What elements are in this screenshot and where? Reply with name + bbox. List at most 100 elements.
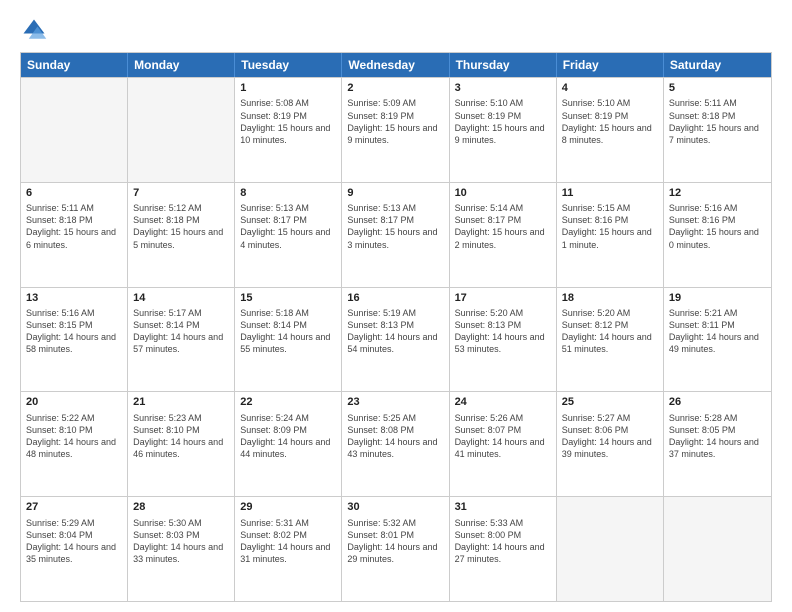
day-info-31: Sunrise: 5:33 AM Sunset: 8:00 PM Dayligh…	[455, 517, 551, 566]
header-day-tuesday: Tuesday	[235, 53, 342, 77]
day-cell-1: 1Sunrise: 5:08 AM Sunset: 8:19 PM Daylig…	[235, 78, 342, 182]
day-number-14: 14	[133, 291, 229, 306]
day-number-9: 9	[347, 186, 443, 201]
day-info-18: Sunrise: 5:20 AM Sunset: 8:12 PM Dayligh…	[562, 307, 658, 356]
day-number-25: 25	[562, 395, 658, 410]
day-cell-31: 31 Sunrise: 5:33 AM Sunset: 8:00 PM Dayli…	[450, 497, 557, 601]
day-number-15: 15	[240, 291, 336, 306]
logo	[20, 16, 52, 44]
day-cell-2: 2Sunrise: 5:09 AM Sunset: 8:19 PM Daylig…	[342, 78, 449, 182]
empty-cell-4-5	[557, 497, 664, 601]
day-cell-27: 27 Sunrise: 5:29 AM Sunset: 8:04 PM Dayli…	[21, 497, 128, 601]
week-row-1: 1Sunrise: 5:08 AM Sunset: 8:19 PM Daylig…	[21, 77, 771, 182]
day-cell-14: 14Sunrise: 5:17 AM Sunset: 8:14 PM Dayli…	[128, 288, 235, 392]
day-cell-3: 3Sunrise: 5:10 AM Sunset: 8:19 PM Daylig…	[450, 78, 557, 182]
day-cell-5: 5Sunrise: 5:11 AM Sunset: 8:18 PM Daylig…	[664, 78, 771, 182]
day-number-27: 27	[26, 500, 122, 515]
day-cell-9: 9Sunrise: 5:13 AM Sunset: 8:17 PM Daylig…	[342, 183, 449, 287]
day-number-11: 11	[562, 186, 658, 201]
day-number-28: 28	[133, 500, 229, 515]
header-day-wednesday: Wednesday	[342, 53, 449, 77]
day-info-16: Sunrise: 5:19 AM Sunset: 8:13 PM Dayligh…	[347, 307, 443, 356]
day-cell-29: 29 Sunrise: 5:31 AM Sunset: 8:02 PM Dayli…	[235, 497, 342, 601]
day-info-13: Sunrise: 5:16 AM Sunset: 8:15 PM Dayligh…	[26, 307, 122, 356]
day-number-1: 1	[240, 81, 336, 96]
day-info-12: Sunrise: 5:16 AM Sunset: 8:16 PM Dayligh…	[669, 202, 766, 251]
day-info-5: Sunrise: 5:11 AM Sunset: 8:18 PM Dayligh…	[669, 97, 766, 146]
day-cell-20: 20 Sunrise: 5:22 AM Sunset: 8:10 PM Dayli…	[21, 392, 128, 496]
day-cell-30: 30 Sunrise: 5:32 AM Sunset: 8:01 PM Dayli…	[342, 497, 449, 601]
day-number-8: 8	[240, 186, 336, 201]
day-cell-25: 25 Sunrise: 5:27 AM Sunset: 8:06 PM Dayli…	[557, 392, 664, 496]
day-info-25: Sunrise: 5:27 AM Sunset: 8:06 PM Dayligh…	[562, 412, 658, 461]
day-cell-12: 12Sunrise: 5:16 AM Sunset: 8:16 PM Dayli…	[664, 183, 771, 287]
day-number-6: 6	[26, 186, 122, 201]
header-day-thursday: Thursday	[450, 53, 557, 77]
day-number-18: 18	[562, 291, 658, 306]
day-info-7: Sunrise: 5:12 AM Sunset: 8:18 PM Dayligh…	[133, 202, 229, 251]
week-row-3: 13Sunrise: 5:16 AM Sunset: 8:15 PM Dayli…	[21, 287, 771, 392]
day-cell-28: 28 Sunrise: 5:30 AM Sunset: 8:03 PM Dayli…	[128, 497, 235, 601]
day-info-24: Sunrise: 5:26 AM Sunset: 8:07 PM Dayligh…	[455, 412, 551, 461]
calendar-body: 1Sunrise: 5:08 AM Sunset: 8:19 PM Daylig…	[21, 77, 771, 601]
week-row-2: 6Sunrise: 5:11 AM Sunset: 8:18 PM Daylig…	[21, 182, 771, 287]
day-number-21: 21	[133, 395, 229, 410]
empty-cell-0-1	[128, 78, 235, 182]
day-info-23: Sunrise: 5:25 AM Sunset: 8:08 PM Dayligh…	[347, 412, 443, 461]
day-number-12: 12	[669, 186, 766, 201]
day-info-15: Sunrise: 5:18 AM Sunset: 8:14 PM Dayligh…	[240, 307, 336, 356]
calendar: SundayMondayTuesdayWednesdayThursdayFrid…	[20, 52, 772, 602]
header-day-saturday: Saturday	[664, 53, 771, 77]
day-info-19: Sunrise: 5:21 AM Sunset: 8:11 PM Dayligh…	[669, 307, 766, 356]
day-cell-16: 16Sunrise: 5:19 AM Sunset: 8:13 PM Dayli…	[342, 288, 449, 392]
day-cell-17: 17Sunrise: 5:20 AM Sunset: 8:13 PM Dayli…	[450, 288, 557, 392]
day-number-22: 22	[240, 395, 336, 410]
day-info-9: Sunrise: 5:13 AM Sunset: 8:17 PM Dayligh…	[347, 202, 443, 251]
day-info-6: Sunrise: 5:11 AM Sunset: 8:18 PM Dayligh…	[26, 202, 122, 251]
day-number-31: 31	[455, 500, 551, 515]
day-cell-26: 26Sunrise: 5:28 AM Sunset: 8:05 PM Dayli…	[664, 392, 771, 496]
day-number-30: 30	[347, 500, 443, 515]
day-cell-18: 18Sunrise: 5:20 AM Sunset: 8:12 PM Dayli…	[557, 288, 664, 392]
header-day-monday: Monday	[128, 53, 235, 77]
day-info-17: Sunrise: 5:20 AM Sunset: 8:13 PM Dayligh…	[455, 307, 551, 356]
day-info-4: Sunrise: 5:10 AM Sunset: 8:19 PM Dayligh…	[562, 97, 658, 146]
day-cell-23: 23 Sunrise: 5:25 AM Sunset: 8:08 PM Dayli…	[342, 392, 449, 496]
day-info-28: Sunrise: 5:30 AM Sunset: 8:03 PM Dayligh…	[133, 517, 229, 566]
day-number-13: 13	[26, 291, 122, 306]
day-info-20: Sunrise: 5:22 AM Sunset: 8:10 PM Dayligh…	[26, 412, 122, 461]
empty-cell-0-0	[21, 78, 128, 182]
day-number-29: 29	[240, 500, 336, 515]
day-info-14: Sunrise: 5:17 AM Sunset: 8:14 PM Dayligh…	[133, 307, 229, 356]
day-number-17: 17	[455, 291, 551, 306]
empty-cell-4-6	[664, 497, 771, 601]
page: SundayMondayTuesdayWednesdayThursdayFrid…	[0, 0, 792, 612]
header	[20, 16, 772, 44]
day-number-20: 20	[26, 395, 122, 410]
day-number-23: 23	[347, 395, 443, 410]
logo-icon	[20, 16, 48, 44]
day-cell-8: 8Sunrise: 5:13 AM Sunset: 8:17 PM Daylig…	[235, 183, 342, 287]
day-cell-15: 15Sunrise: 5:18 AM Sunset: 8:14 PM Dayli…	[235, 288, 342, 392]
day-cell-4: 4Sunrise: 5:10 AM Sunset: 8:19 PM Daylig…	[557, 78, 664, 182]
day-number-3: 3	[455, 81, 551, 96]
day-cell-22: 22 Sunrise: 5:24 AM Sunset: 8:09 PM Dayli…	[235, 392, 342, 496]
day-info-30: Sunrise: 5:32 AM Sunset: 8:01 PM Dayligh…	[347, 517, 443, 566]
day-info-2: Sunrise: 5:09 AM Sunset: 8:19 PM Dayligh…	[347, 97, 443, 146]
header-day-friday: Friday	[557, 53, 664, 77]
day-cell-11: 11Sunrise: 5:15 AM Sunset: 8:16 PM Dayli…	[557, 183, 664, 287]
day-cell-19: 19Sunrise: 5:21 AM Sunset: 8:11 PM Dayli…	[664, 288, 771, 392]
day-info-22: Sunrise: 5:24 AM Sunset: 8:09 PM Dayligh…	[240, 412, 336, 461]
day-cell-21: 21Sunrise: 5:23 AM Sunset: 8:10 PM Dayli…	[128, 392, 235, 496]
day-info-27: Sunrise: 5:29 AM Sunset: 8:04 PM Dayligh…	[26, 517, 122, 566]
day-cell-13: 13Sunrise: 5:16 AM Sunset: 8:15 PM Dayli…	[21, 288, 128, 392]
day-cell-10: 10Sunrise: 5:14 AM Sunset: 8:17 PM Dayli…	[450, 183, 557, 287]
day-number-19: 19	[669, 291, 766, 306]
calendar-header: SundayMondayTuesdayWednesdayThursdayFrid…	[21, 53, 771, 77]
day-number-4: 4	[562, 81, 658, 96]
week-row-5: 27 Sunrise: 5:29 AM Sunset: 8:04 PM Dayli…	[21, 496, 771, 601]
day-number-2: 2	[347, 81, 443, 96]
header-day-sunday: Sunday	[21, 53, 128, 77]
day-number-26: 26	[669, 395, 766, 410]
day-info-29: Sunrise: 5:31 AM Sunset: 8:02 PM Dayligh…	[240, 517, 336, 566]
